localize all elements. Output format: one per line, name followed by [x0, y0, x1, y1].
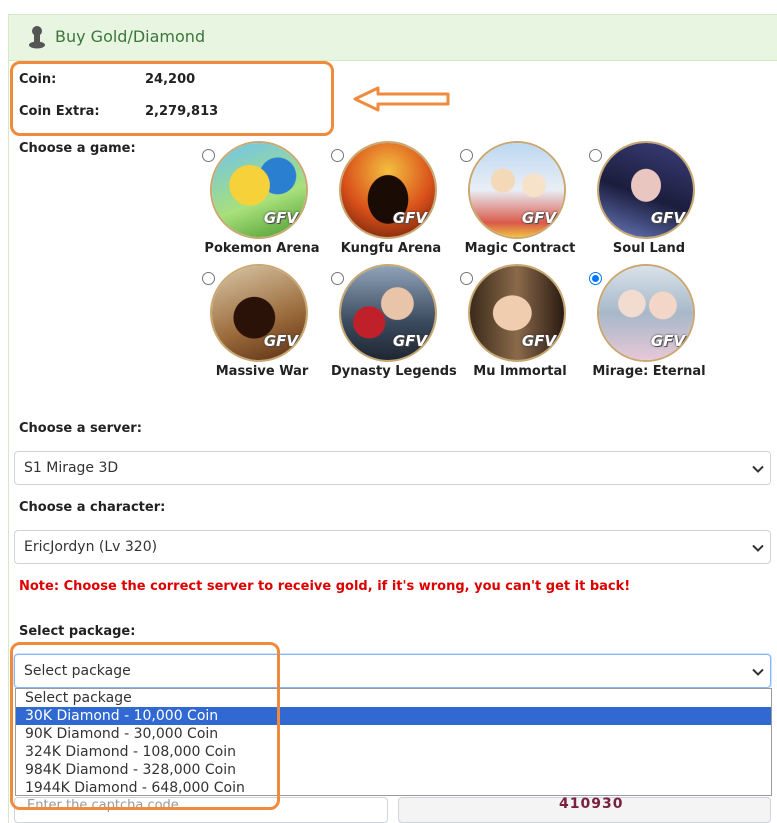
- game-name: Mu Immortal: [473, 364, 567, 379]
- captcha-image: 410930: [398, 796, 771, 823]
- game-thumbnail: GFV: [468, 264, 566, 362]
- game-option-mirage-eternal[interactable]: GFV Mirage: Eternal: [589, 264, 717, 384]
- game-thumbnail: GFV: [339, 264, 437, 362]
- game-thumbnail: GFV: [210, 264, 308, 362]
- character-label: Choose a character:: [19, 500, 166, 515]
- game-label: Choose a game:: [19, 141, 136, 156]
- game-thumbnail: GFV: [210, 141, 308, 239]
- game-name: Soul Land: [612, 241, 686, 256]
- game-name: Massive War: [215, 364, 309, 379]
- game-thumbnail: GFV: [597, 264, 695, 362]
- chevron-down-icon: [752, 465, 764, 473]
- chevron-down-icon: [752, 544, 764, 552]
- game-name: Dynasty Legends: [331, 364, 457, 379]
- game-option-magic-contract[interactable]: GFV Magic Contract: [460, 141, 588, 261]
- game-name: Kungfu Arena: [340, 241, 442, 256]
- game-name: Mirage: Eternal: [592, 364, 706, 379]
- user-icon: [29, 26, 45, 49]
- game-option-massive-war[interactable]: GFV Massive War: [202, 264, 330, 384]
- captcha-code: 410930: [559, 796, 624, 812]
- game-option-kungfu-arena[interactable]: GFV Kungfu Arena: [331, 141, 459, 261]
- panel-header: Buy Gold/Diamond: [9, 15, 777, 61]
- game-thumbnail: GFV: [468, 141, 566, 239]
- game-option-soul-land[interactable]: GFV Soul Land: [589, 141, 717, 261]
- page-title: Buy Gold/Diamond: [55, 27, 206, 46]
- character-select[interactable]: EricJordyn (Lv 320): [14, 530, 771, 564]
- game-name: Pokemon Arena: [204, 241, 320, 256]
- server-select[interactable]: S1 Mirage 3D: [14, 451, 771, 485]
- annotation-highlight-packages: [10, 642, 280, 810]
- chevron-down-icon: [752, 668, 764, 676]
- game-name: Magic Contract: [464, 241, 576, 256]
- warning-note: Note: Choose the correct server to recei…: [19, 579, 631, 594]
- game-option-dynasty-legends[interactable]: GFV Dynasty Legends: [331, 264, 459, 384]
- package-label: Select package:: [19, 624, 136, 639]
- annotation-highlight-coins: [10, 61, 334, 136]
- game-option-mu-immortal[interactable]: GFV Mu Immortal: [460, 264, 588, 384]
- server-label: Choose a server:: [19, 421, 142, 436]
- game-option-pokemon-arena[interactable]: GFV Pokemon Arena: [202, 141, 330, 261]
- game-thumbnail: GFV: [339, 141, 437, 239]
- game-thumbnail: GFV: [597, 141, 695, 239]
